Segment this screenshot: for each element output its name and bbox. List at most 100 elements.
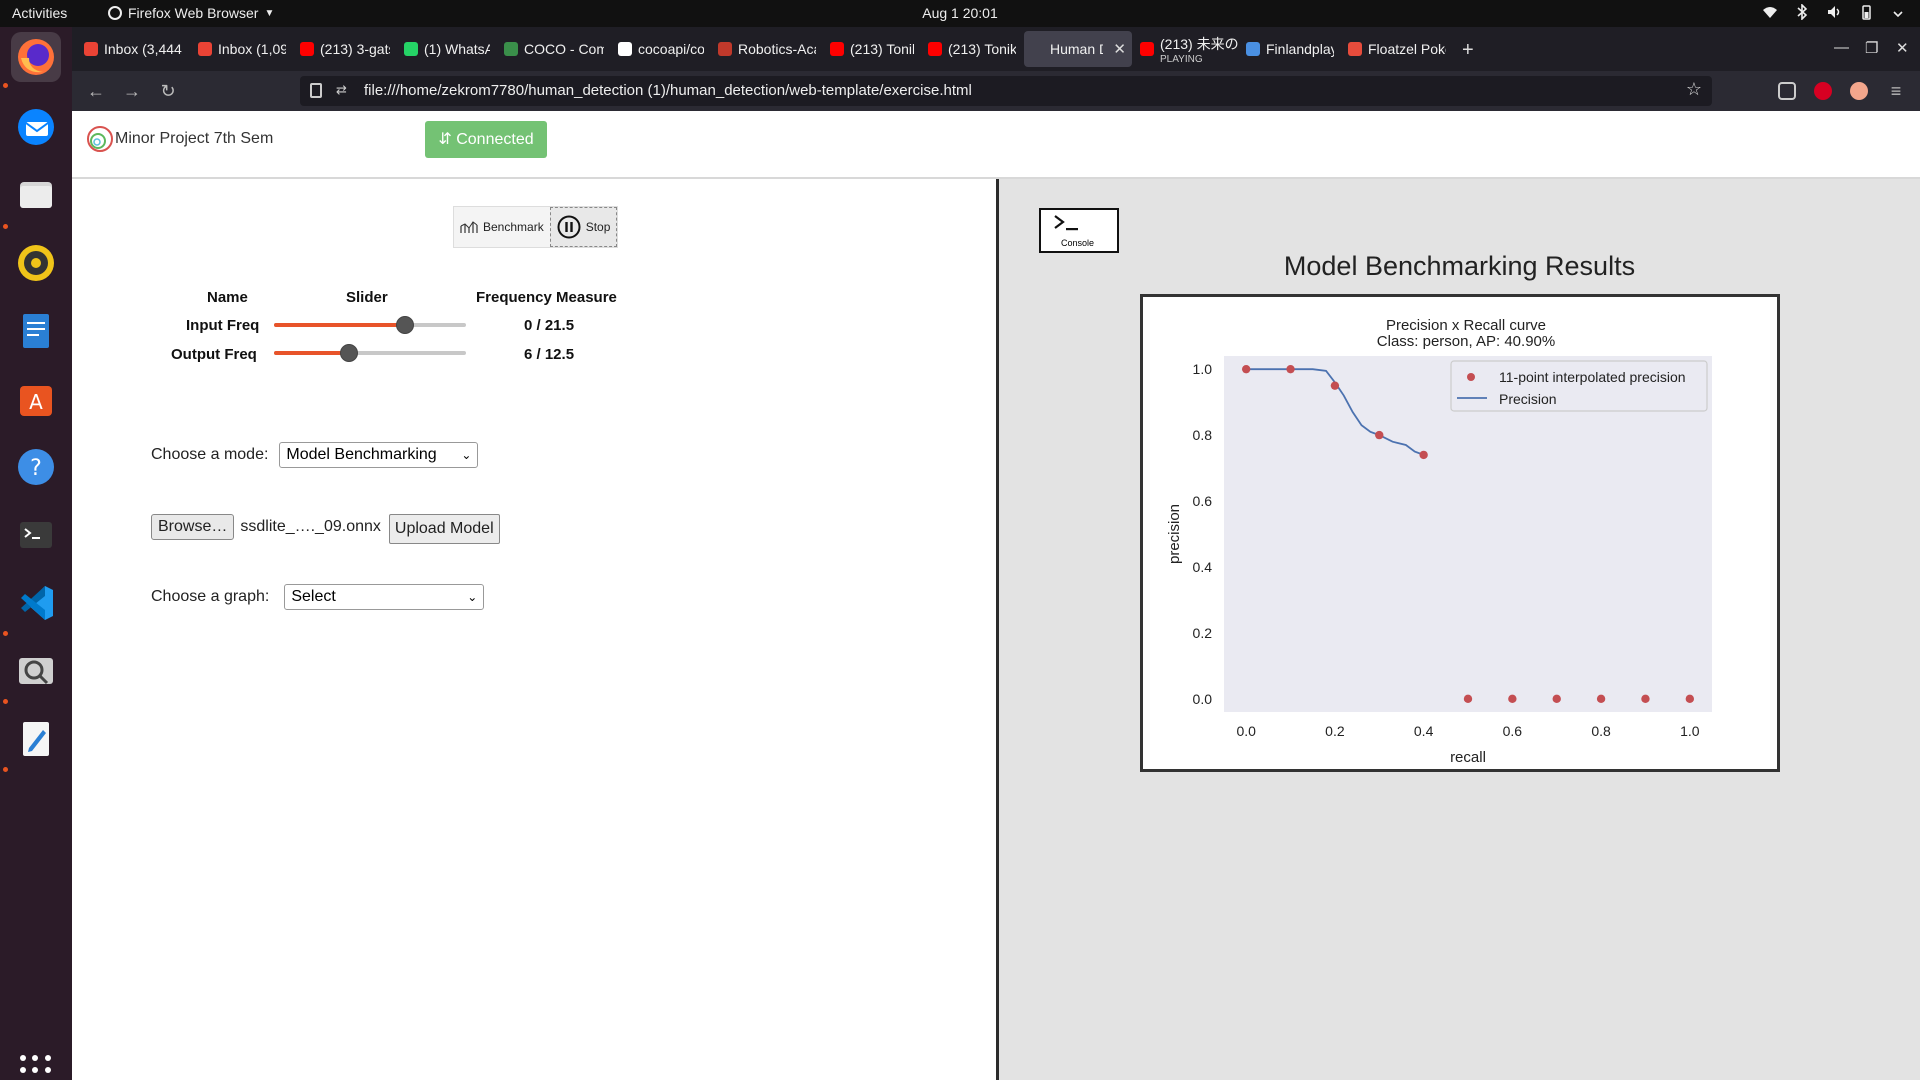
address-bar[interactable]: ⇄ file:///home/zekrom7780/human_detectio…	[300, 76, 1712, 106]
close-window-icon[interactable]: ✕	[1896, 39, 1909, 57]
dock-software[interactable]: A	[11, 374, 61, 424]
page-info-icon[interactable]	[310, 83, 322, 98]
browser-tab[interactable]: Inbox (3,444	[78, 31, 190, 67]
tab-favicon-icon	[1030, 42, 1044, 56]
bookmark-star-icon[interactable]: ☆	[1686, 79, 1702, 100]
tab-favicon-icon	[928, 42, 942, 56]
dock-thunderbird[interactable]	[11, 102, 61, 152]
x-axis-label: recall	[1450, 749, 1486, 766]
tab-favicon-icon	[1348, 42, 1362, 56]
dock-rhythmbox[interactable]	[11, 238, 61, 288]
graph-select-value: Select	[291, 588, 336, 605]
browser-tab[interactable]: (213) Tonikal	[922, 31, 1022, 67]
brand-logo-icon	[87, 126, 113, 152]
column-header-slider: Slider	[346, 289, 388, 306]
y-tick-label: 0.2	[1193, 625, 1213, 641]
browser-tab[interactable]: Floatzel Poke	[1342, 31, 1452, 67]
browser-tab[interactable]: (1) WhatsAp	[398, 31, 496, 67]
y-tick-label: 1.0	[1193, 361, 1213, 377]
show-applications-icon[interactable]	[20, 1055, 52, 1080]
dock-text-editor[interactable]	[11, 714, 61, 764]
tab-favicon-icon	[1140, 42, 1154, 56]
console-label: Console	[1061, 238, 1095, 248]
benchmark-button[interactable]: Benchmark	[454, 207, 550, 247]
selected-file-name: ssdlite_…._09.onnx	[240, 518, 381, 535]
mode-select[interactable]: Model Benchmarking ⌄	[279, 442, 479, 468]
restore-icon[interactable]: ❐	[1865, 39, 1878, 57]
back-icon[interactable]: ←	[84, 79, 108, 103]
interpolated-precision-point	[1330, 381, 1340, 390]
browser-tab[interactable]: (213) 3-gats	[294, 31, 396, 67]
browser-tab[interactable]: cocoapi/coco	[612, 31, 710, 67]
system-tray[interactable]	[1762, 4, 1906, 20]
tab-favicon-icon	[830, 42, 844, 56]
browser-tab[interactable]: COCO - Com	[498, 31, 610, 67]
chevron-down-icon: ⌄	[467, 590, 478, 604]
system-top-bar: Activities Firefox Web Browser ▼ Aug 1 2…	[0, 0, 1920, 27]
battery-icon	[1862, 5, 1871, 20]
dock-image-viewer[interactable]	[11, 646, 61, 696]
browser-tab[interactable]: Robotics-Aca	[712, 31, 822, 67]
tab-title: COCO - Com	[524, 41, 604, 57]
tab-title: Finlandplaye	[1266, 41, 1334, 57]
legend-label-interpolated: 11-point interpolated precision	[1499, 369, 1686, 385]
account-avatar-icon[interactable]	[1850, 82, 1868, 100]
y-tick-label: 0.8	[1193, 427, 1213, 443]
tab-title: (213) Tonikal	[948, 41, 1016, 57]
y-tick-label: 0.4	[1193, 559, 1213, 575]
browser-tab[interactable]: (213) 未来の PLAYING	[1134, 31, 1238, 67]
output-freq-label: Output Freq	[171, 346, 257, 363]
dock-files[interactable]	[11, 170, 61, 220]
clock[interactable]: Aug 1 20:01	[0, 5, 1920, 21]
upload-model-button[interactable]: Upload Model	[388, 514, 500, 544]
stop-button[interactable]: Stop	[549, 207, 618, 247]
dock-running-indicator	[3, 224, 8, 229]
model-upload-row: Browse… ssdlite_…._09.onnx Upload Model	[151, 510, 500, 544]
interpolated-precision-point	[1286, 364, 1295, 374]
browse-button[interactable]: Browse…	[151, 514, 235, 540]
browser-tab-bar: Inbox (3,444 Inbox (1,099 (213) 3-gats (1) …	[72, 27, 1920, 71]
dock-terminal[interactable]	[11, 510, 61, 560]
dock-vscode[interactable]	[11, 578, 61, 628]
y-tick-label: 0.0	[1193, 691, 1213, 707]
dock-help[interactable]: ?	[11, 442, 61, 492]
chevron-down-icon: ⌄	[461, 448, 472, 462]
tab-title: Inbox (3,444	[104, 41, 182, 57]
hamburger-menu-icon[interactable]: ≡	[1884, 79, 1908, 103]
browser-tab[interactable]: Human Detect ✕	[1024, 31, 1132, 67]
slider-thumb[interactable]	[395, 316, 414, 334]
tab-title: Robotics-Aca	[738, 41, 816, 57]
browser-tab[interactable]: Inbox (1,099	[192, 31, 292, 67]
input-freq-slider[interactable]	[274, 315, 466, 335]
graph-select[interactable]: Select ⌄	[284, 584, 485, 610]
output-freq-measure: 6 / 12.5	[524, 346, 575, 363]
input-freq-measure: 0 / 21.5	[524, 317, 575, 334]
extension-icon[interactable]	[1814, 82, 1832, 100]
mode-select-value: Model Benchmarking	[286, 446, 437, 463]
minimize-icon[interactable]: —	[1834, 39, 1849, 56]
output-freq-slider[interactable]	[274, 343, 466, 363]
web-page: Minor Project 7th Sem ⇵ Connected Benchm…	[72, 111, 1920, 1080]
pocket-icon[interactable]	[1778, 82, 1796, 100]
slider-thumb[interactable]	[339, 344, 358, 362]
reload-icon[interactable]: ↻	[156, 79, 180, 103]
browser-tab[interactable]: (213) Tonikal	[824, 31, 920, 67]
dock-writer[interactable]	[11, 306, 61, 356]
column-header-frequency: Frequency Measure	[476, 289, 617, 306]
vscode-icon	[21, 586, 53, 620]
pause-icon	[557, 215, 581, 239]
x-tick-label: 0.8	[1591, 723, 1611, 739]
legend-label-precision: Precision	[1499, 391, 1557, 407]
tab-title: (213) Tonikal	[850, 41, 914, 57]
stop-label: Stop	[585, 220, 611, 234]
console-button[interactable]: Console	[1039, 208, 1119, 253]
close-tab-icon[interactable]: ✕	[1113, 40, 1126, 58]
tab-title: Inbox (1,099	[218, 41, 286, 57]
permissions-icon[interactable]: ⇄	[336, 82, 347, 98]
dock-firefox[interactable]	[11, 32, 61, 82]
forward-icon[interactable]: →	[120, 79, 144, 103]
browser-tab[interactable]: Finlandplaye	[1240, 31, 1340, 67]
new-tab-button[interactable]: +	[1462, 39, 1474, 62]
url-text: file:///home/zekrom7780/human_detection …	[364, 82, 972, 99]
connection-status-button[interactable]: ⇵ Connected	[425, 121, 547, 158]
